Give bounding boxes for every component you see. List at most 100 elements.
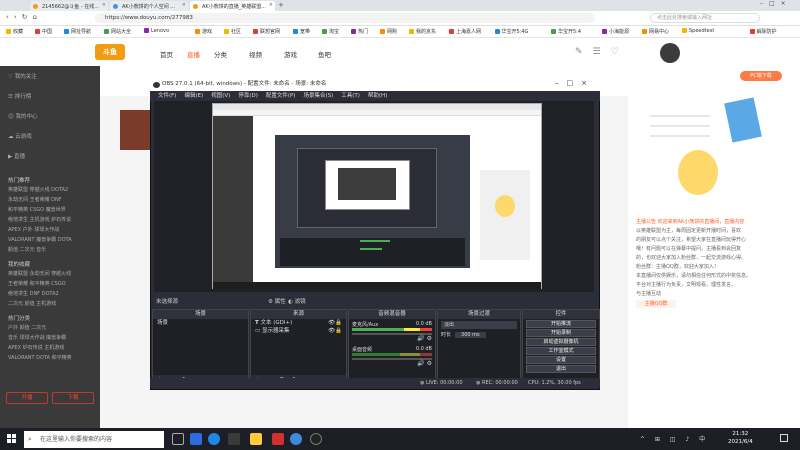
browser-app-icon[interactable] [290,433,302,445]
browser-tab-2[interactable]: AK小熊饼的个人空间 ... × [110,1,188,11]
nav-yuba[interactable]: 鱼吧 [318,49,331,59]
sidebar-category-row[interactable]: APEX 户外 球球大作战 [8,226,59,233]
app-icon[interactable] [272,433,284,445]
sidebar-item[interactable]: ☺ 我的中心 [8,112,38,120]
notification-icon[interactable] [780,434,788,442]
url-input[interactable]: https://www.douyu.com/277983 [95,13,595,23]
sidebar-category-row[interactable]: 二次元 颜值 主机游戏 [8,300,56,307]
obs-menu-item[interactable]: 场景集合(S) [303,93,333,99]
browser-tab-1[interactable]: 2145662@斗鱼 - 在线... × [30,1,108,11]
obs-menu-item[interactable]: 停靠(D) [238,93,258,99]
bookmark-item[interactable]: 华宝开5:4 [551,28,581,35]
nav-video[interactable]: 视频 [249,49,262,59]
sidebar-category-row[interactable]: 颜值 二次元 音乐 [8,246,46,253]
sidebar-category-row[interactable]: 永劫无间 王者荣耀 DNF [8,196,62,203]
browser-search-input[interactable]: 点击此处搜索或输入网址 [650,13,760,23]
edge-icon[interactable] [208,433,220,445]
obs-menu-item[interactable]: 工具(T) [341,93,360,99]
sidebar-footer-button[interactable]: 下载 [52,392,94,404]
source-item[interactable]: ▭ 显示器采集 👁🔒 [251,327,346,335]
window-controls[interactable]: –□× [760,0,792,7]
file-explorer-icon[interactable] [250,433,262,445]
sidebar-category-row[interactable]: 英雄联盟 穿越火线 DOTA2 [8,186,68,193]
new-tab-button[interactable]: + [278,1,284,9]
user-avatar[interactable] [660,43,680,63]
sidebar-category-row[interactable]: 王者荣耀 和平精英 CSGO [8,280,66,287]
nav-home[interactable]: 首页 [160,49,173,59]
visibility-lock-icons[interactable]: 👁🔒 [328,319,342,327]
bookmark-item[interactable]: 解除防护 [749,28,777,35]
sidebar-footer-button[interactable]: 开播 [6,392,48,404]
store-icon[interactable] [228,433,240,445]
thumbnail-image[interactable] [120,110,150,150]
bookmark-item[interactable]: 淘宝 [322,28,339,35]
sidebar-category-row[interactable]: 英雄联盟 永劫无间 穿越火线 [8,270,71,277]
filters-button[interactable]: ◐ 滤镜 [288,297,306,305]
nav-buttons[interactable]: ‹›↻⌂ [6,13,42,21]
bookmark-item[interactable]: 网易中心 [642,28,669,35]
sidebar-item[interactable]: ☁ 云游戏 [8,132,32,140]
system-tray-icons[interactable]: ^ ⊞ ◫ ♪ 中 [640,434,709,443]
scene-item[interactable]: 场景 [153,319,248,327]
sidebar-item[interactable]: ☰ 排行榜 [8,92,31,100]
sidebar-category-row[interactable]: APEX 炉石传说 主机游戏 [8,344,64,351]
bookmark-item[interactable]: 中国 [35,28,52,35]
bookmark-item[interactable]: 热门 [351,28,368,35]
sidebar-item[interactable]: ▶ 直播 [8,152,25,160]
close-tab-icon[interactable]: × [269,2,273,8]
bookmark-item[interactable]: Lenovo [144,28,169,34]
mute-gear-icons[interactable]: 🔊 ⚙ [352,360,432,367]
duration-input[interactable]: 300 ms [455,331,486,338]
obs-menu-item[interactable]: 帮助(H) [368,93,387,99]
windows-start-icon[interactable] [7,434,16,443]
obs-taskbar-icon[interactable] [310,433,322,445]
mute-gear-icons[interactable]: 🔊 ⚙ [352,335,432,342]
taskbar-search-input[interactable]: 在这里输入你要搜索的内容 [24,431,164,448]
sidebar-category-row[interactable]: 和平精英 CSGO 魔兽世界 [8,206,66,213]
source-item[interactable]: T 文本 (GDI+) 👁🔒 [251,319,346,327]
sidebar-category-row[interactable]: 绝地求生 DNF DOTA2 [8,290,59,297]
obs-menu-item[interactable]: 配置文件(P) [266,93,296,99]
task-view-icon[interactable] [172,433,184,445]
exit-button[interactable]: 退出 [526,365,596,373]
bookmark-item[interactable]: 网购 [380,28,397,35]
bookmark-item[interactable]: 网站大全 [104,28,131,35]
obs-menu-item[interactable]: 文件(F) [158,93,176,99]
settings-button[interactable]: 设置 [526,356,596,364]
browser-tab-3[interactable]: AK小熊饼的直播_英雄联盟... × [190,1,275,11]
bookmark-item[interactable]: 我的京东 [409,28,436,35]
bookmark-item[interactable]: 华宝开5:4G [494,28,528,35]
nav-category[interactable]: 分类 [214,49,227,59]
close-tab-icon[interactable]: × [102,2,106,8]
obs-menu-item[interactable]: 编辑(E) [184,93,203,99]
pc-download-button[interactable]: PC端下载 [740,71,782,81]
bookmark-item[interactable]: 联想官网 [253,28,280,35]
sidebar-category-row[interactable]: 音乐 球球大作战 魔兽争霸 [8,334,66,341]
visibility-lock-icons[interactable]: 👁🔒 [328,327,342,335]
sidebar-category-row[interactable]: VALORANT 魔兽争霸 DOTA [8,236,72,243]
bookmark-item[interactable]: 收藏 [6,28,23,35]
sidebar-category-row[interactable]: 户外 颜值 二次元 [8,324,46,331]
start-recording-button[interactable]: 开始录制 [526,329,596,337]
bookmark-item[interactable]: 小海能源 [602,28,629,35]
douyu-logo[interactable]: 斗鱼 [95,44,125,60]
properties-button[interactable]: ⚙ 属性 [268,297,286,305]
chrome-icon[interactable] [190,433,202,445]
taskbar-clock[interactable]: 21:32 2021/6/4 [728,430,753,446]
bookmark-item[interactable]: Speedtest [682,28,714,34]
bookmark-item[interactable]: 网址导航 [64,28,91,35]
bookmark-item[interactable]: 上海嘉人网 [449,28,481,35]
qq-group-link[interactable]: 主播QQ群 [636,300,676,308]
studio-mode-button[interactable]: 工作室模式 [526,347,596,355]
nav-live[interactable]: 直播 [187,49,200,59]
transition-select[interactable]: 淡出 [441,321,517,329]
nav-games[interactable]: 游戏 [284,49,297,59]
close-tab-icon[interactable]: × [182,2,186,8]
sidebar-category-row[interactable]: VALORANT DOTA 和平精英 [8,354,72,361]
start-virtual-camera-button[interactable]: 启动虚拟摄像机 [526,338,596,346]
bookmark-item[interactable]: 宽带 [293,28,310,35]
bookmark-item[interactable]: 社区 [224,28,241,35]
start-streaming-button[interactable]: 开始推流 [526,320,596,328]
bookmark-item[interactable]: 游戏 [195,28,212,35]
obs-menu-item[interactable]: 视图(V) [211,93,230,99]
